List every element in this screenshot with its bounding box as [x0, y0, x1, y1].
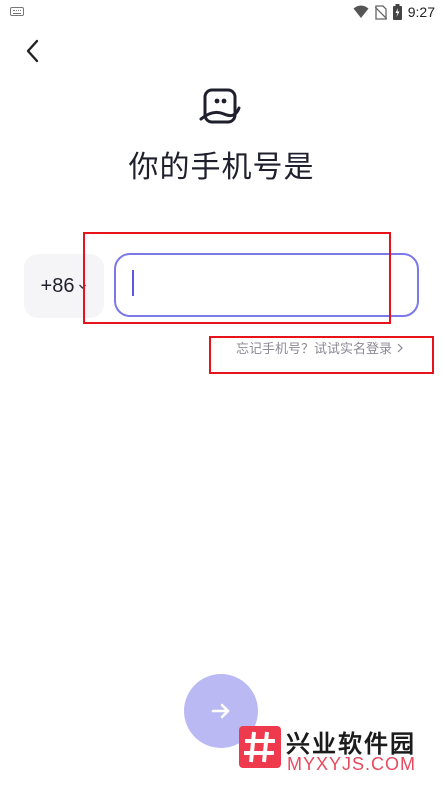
wifi-icon [353, 5, 369, 18]
status-time: 9:27 [407, 4, 435, 20]
forgot-phone-label: 忘记手机号？试试实名登录 [236, 342, 393, 357]
watermark-subtitle: MYXYJS.COM [287, 754, 417, 774]
chevron-down-icon [79, 284, 87, 289]
app-logo-icon [199, 88, 241, 124]
country-code-selector[interactable]: +86 [24, 254, 104, 318]
arrow-right-icon [211, 703, 230, 719]
status-bar: 9:27 [0, 0, 443, 24]
page-title: 你的手机号是 [128, 150, 315, 185]
no-sim-icon [374, 4, 387, 20]
keyboard-icon [10, 7, 24, 16]
status-icons: 9:27 [353, 3, 435, 21]
chevron-left-icon [26, 39, 39, 63]
watermark: 兴业软件园 MYXYJS.COM [239, 724, 435, 776]
watermark-logo-icon [239, 726, 281, 768]
chevron-right-icon [397, 343, 403, 352]
phone-number-input[interactable] [114, 253, 419, 317]
forgot-phone-link[interactable]: 忘记手机号？试试实名登录 [236, 338, 404, 357]
battery-charging-icon [392, 4, 402, 20]
back-button[interactable] [18, 36, 48, 66]
country-code-label: +86 [40, 274, 75, 297]
